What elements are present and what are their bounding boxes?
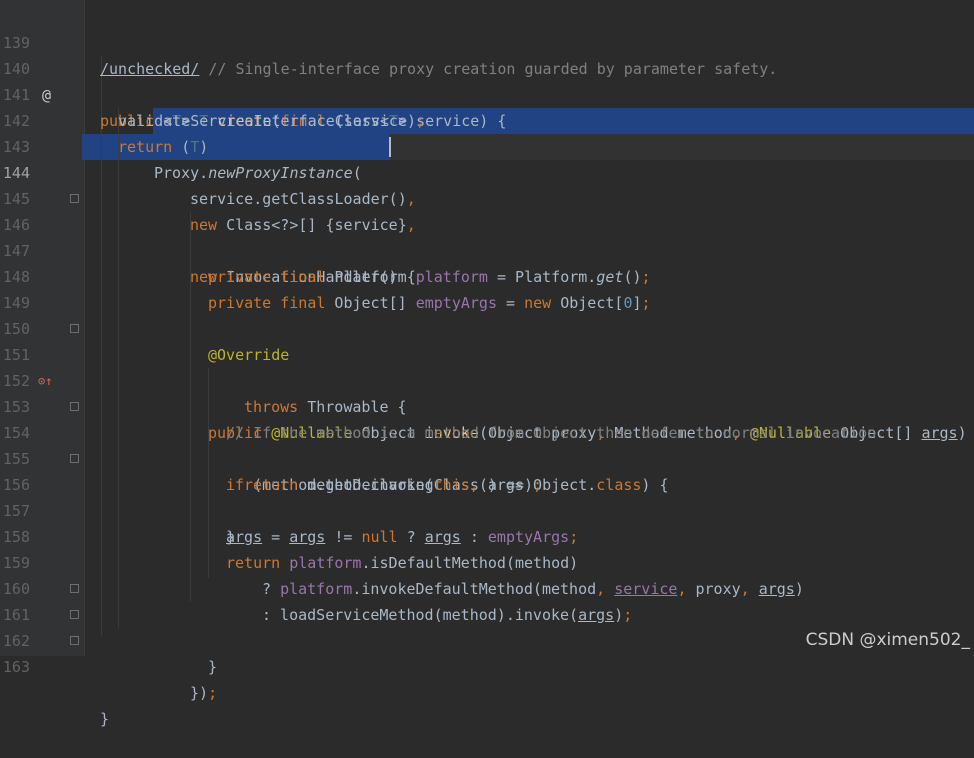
code-text: } (100, 710, 110, 728)
code-line[interactable]: 147 private final Platform platform = Pl… (0, 212, 974, 286)
code-line[interactable]: 143 Proxy.newProxyInstance( (0, 108, 974, 182)
code-editor[interactable]: 139 /unchecked/ // Single-interface prox… (0, 0, 974, 728)
code-line[interactable]: 148 private final Object[] emptyArgs = n… (0, 238, 974, 312)
line-number: 163 (2, 658, 30, 676)
fold-icon[interactable] (70, 584, 79, 593)
fold-icon[interactable] (70, 454, 79, 463)
code-line[interactable]: 155 return method.invoke(this, args); (0, 420, 974, 494)
code-line[interactable]: 149 (0, 264, 974, 312)
code-line[interactable]: 145 new Class<?>[] {service}, (0, 160, 974, 234)
code-line[interactable]: 139 /unchecked/ // Single-interface prox… (0, 4, 974, 78)
code-line[interactable]: 158 return platform.isDefaultMethod(meth… (0, 498, 974, 572)
code-line[interactable]: 151 ⊙↑ public @Nullable Object invoke(Ob… (0, 316, 974, 442)
fold-icon[interactable] (70, 324, 79, 333)
fold-icon[interactable] (70, 610, 79, 619)
code-line[interactable]: 144 service.getClassLoader(), (0, 134, 974, 208)
code-line[interactable]: 150 @Override (0, 290, 974, 364)
text-caret (389, 137, 391, 157)
code-line[interactable]: 159 ? platform.invokeDefaultMethod(metho… (0, 524, 974, 598)
code-line[interactable]: 152 throws Throwable { (0, 342, 974, 416)
fold-icon[interactable] (70, 194, 79, 203)
code-line[interactable]: 146 new InvocationHandler() { (0, 186, 974, 286)
code-line[interactable]: 157 args = args != null ? args : emptyAr… (0, 472, 974, 546)
code-line[interactable]: 142 return (T) (0, 82, 974, 156)
code-text: }); (190, 684, 218, 702)
watermark: CSDN @ximen502_ (805, 630, 970, 650)
code-line[interactable]: 140 @ public <T> T create(final Class<T>… (0, 30, 974, 130)
code-text: } (208, 658, 218, 676)
code-line[interactable]: 161 } (0, 576, 974, 676)
code-line[interactable]: 156 } (0, 446, 974, 546)
fold-icon[interactable] (70, 636, 79, 645)
code-line[interactable]: 162 }); (0, 602, 974, 702)
code-line[interactable]: 160 : loadServiceMethod(method).invoke(a… (0, 550, 974, 624)
code-line[interactable]: 153 // If the method is a method from Ob… (0, 368, 974, 442)
code-line[interactable]: 141 validateServiceInterface(service); (0, 56, 974, 130)
code-line[interactable]: 154 if (method.getDeclaringClass() == Ob… (0, 394, 974, 494)
fold-icon[interactable] (70, 402, 79, 411)
